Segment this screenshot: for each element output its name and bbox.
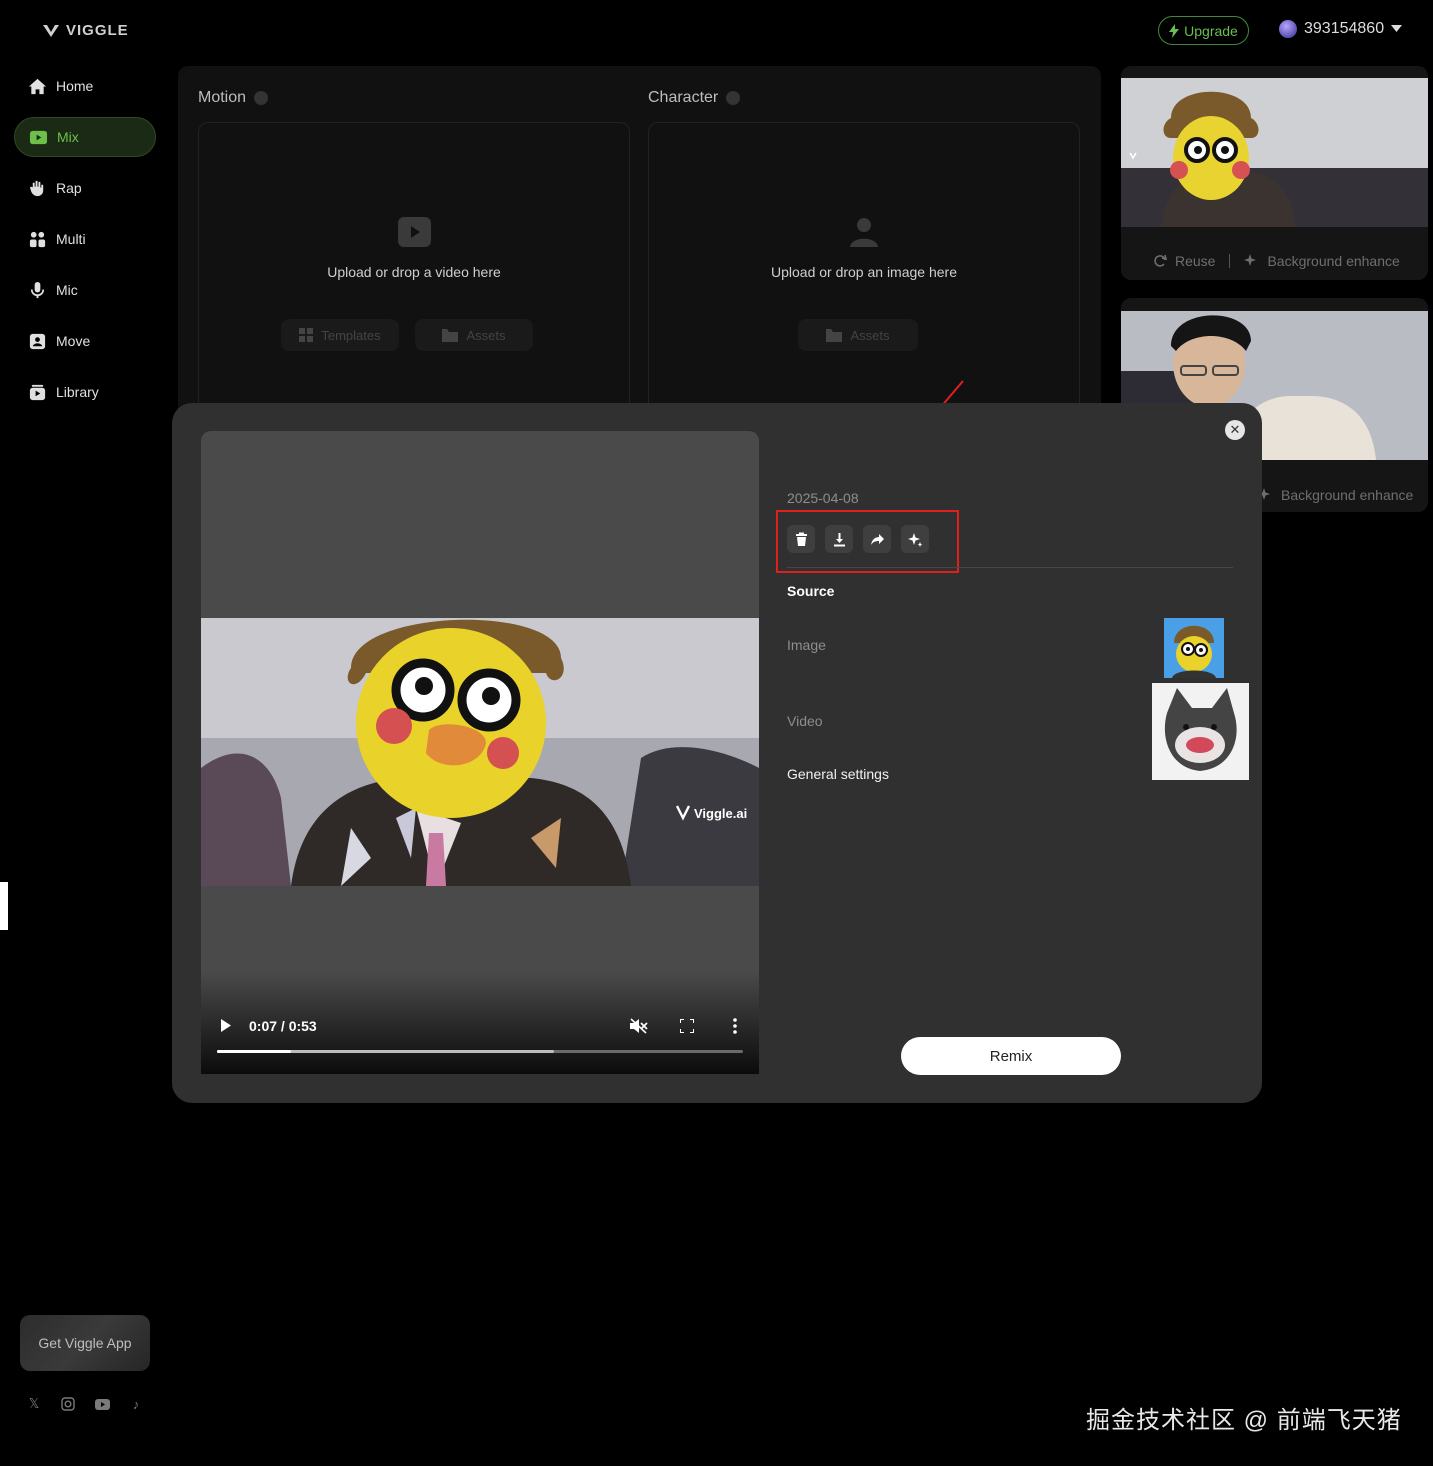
account-menu[interactable]: 393154860 [1279,20,1403,38]
caret-down-icon [1391,25,1403,32]
page-watermark: 掘金技术社区 @ 前端飞天猪 [1086,1407,1402,1434]
play-icon[interactable] [220,1019,232,1032]
result-video-frame [201,618,759,886]
duck-character-thumbnail [1121,78,1428,227]
playback-time: 0:07 / 0:53 [249,1018,317,1034]
logo-text: VIGGLE [66,22,129,39]
sidebar-item-label: Multi [56,231,86,247]
character-title-text: Character [648,89,719,106]
help-icon[interactable] [726,91,741,105]
templates-button[interactable]: Templates [281,319,399,351]
result-date: 2025-04-08 [787,490,859,506]
result-card-actions: Reuse Background enhance [1153,253,1400,269]
source-video-thumbnail[interactable] [1152,683,1249,780]
folder-icon [442,328,459,342]
video-label: Video [787,713,823,729]
rap-hand-icon [29,180,44,196]
result-card-actions: Background enhance [1258,487,1413,503]
video-player[interactable]: Viggle.ai 0:07 / 0:53 [201,431,759,1074]
played-bar [217,1050,291,1053]
templates-label: Templates [321,327,381,343]
sidebar-item-mix[interactable]: Mix [14,117,156,157]
move-icon [29,333,46,349]
upgrade-button[interactable]: Upgrade [1158,16,1249,45]
assets-label: Assets [850,327,890,343]
viggle-logo[interactable]: VIGGLE [42,22,129,39]
avatar [1279,20,1297,38]
assets-label: Assets [466,327,506,343]
sidebar-item-move[interactable]: Move [14,321,156,361]
sidebar-item-home[interactable]: Home [14,66,156,106]
source-title: Source [787,583,835,599]
video-watermark: Viggle.ai [694,806,748,821]
background-enhance-button[interactable]: Background enhance [1267,253,1399,269]
x-icon[interactable]: 𝕏 [26,1396,42,1412]
source-image-thumbnail[interactable] [1164,618,1224,678]
sidebar-item-label: Home [56,78,94,94]
remix-button[interactable]: Remix [901,1037,1121,1075]
instagram-icon[interactable] [60,1396,76,1412]
templates-icon [299,328,314,342]
home-icon [28,78,47,94]
separator [1229,254,1231,268]
tiktok-icon[interactable]: ♪ [128,1396,144,1412]
sidebar-nav: Home Mix Rap Multi Mic Move Library [14,66,156,423]
progress-track[interactable] [217,1050,743,1053]
motion-upload-label: Upload or drop a video here [327,264,501,280]
general-settings-label[interactable]: General settings [787,766,889,782]
sidebar-item-rap[interactable]: Rap [14,168,156,208]
muted-volume-icon[interactable] [630,1018,648,1034]
viggle-v-icon [43,24,59,37]
mic-icon [30,281,45,298]
red-highlight-box [776,510,959,573]
person-upload-icon [850,218,878,247]
motion-assets-button[interactable]: Assets [415,319,533,351]
youtube-icon[interactable] [94,1396,110,1412]
reuse-icon [1154,254,1167,267]
sparkle-icon [1244,254,1257,266]
close-modal-button[interactable]: ✕ [1225,420,1245,440]
divider [787,567,1233,568]
more-options-icon[interactable] [733,1018,737,1034]
image-label: Image [787,637,826,653]
bolt-icon [1169,23,1180,38]
multi-icon [29,231,46,247]
character-upload-label: Upload or drop an image here [770,264,957,280]
sidebar-item-library[interactable]: Library [14,372,156,412]
sidebar-item-label: Mix [57,129,79,145]
sidebar-item-label: Rap [56,180,82,196]
character-title: Character [648,89,741,107]
edge-scroll-tab[interactable] [0,882,8,930]
sidebar-item-mic[interactable]: Mic [14,270,156,310]
character-assets-button[interactable]: Assets [798,319,918,351]
fullscreen-icon[interactable] [680,1019,694,1033]
get-app-button[interactable]: Get Viggle App [20,1315,150,1371]
reuse-button[interactable]: Reuse [1175,253,1215,269]
help-icon[interactable] [254,91,269,105]
social-links: 𝕏 ♪ [26,1396,144,1412]
library-icon [29,384,46,400]
video-upload-icon [398,217,431,247]
upgrade-label: Upgrade [1184,22,1238,39]
result-thumbnail-1[interactable] [1121,78,1428,227]
sidebar-item-multi[interactable]: Multi [14,219,156,259]
sidebar-item-label: Library [56,384,99,400]
motion-title-text: Motion [198,89,247,106]
account-id: 393154860 [1304,20,1385,37]
mix-icon [29,130,48,144]
sidebar-item-label: Move [56,333,91,349]
folder-icon [826,328,843,342]
motion-title: Motion [198,89,269,107]
get-app-label: Get Viggle App [38,1335,132,1351]
sidebar-item-label: Mic [56,282,78,298]
background-enhance-button[interactable]: Background enhance [1281,487,1413,503]
